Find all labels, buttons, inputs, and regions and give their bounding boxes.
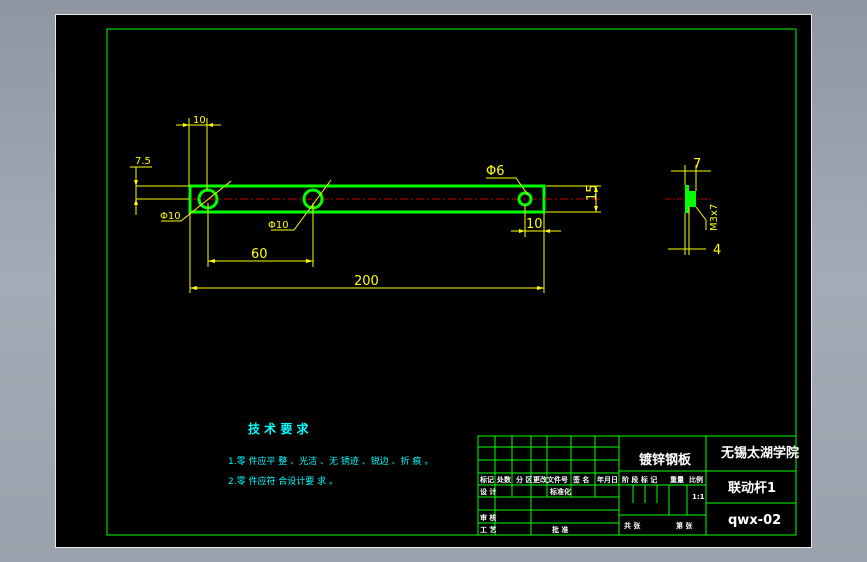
drawing-sheet: 10 7.5 Φ6 Φ10 Φ10 15 10 60 200 7 4 M3x7 …: [106, 28, 799, 536]
dim-60: 60: [251, 247, 268, 262]
tb-row-mark: 标记: [479, 475, 494, 484]
tb-drawing-no: qwx-02: [728, 513, 781, 528]
dim-7-5: 7.5: [135, 156, 151, 167]
side-view: 7 4 M3x7: [665, 157, 721, 258]
dim-m3: M3x7: [709, 204, 720, 231]
tb-row-docno: 更改文件号: [533, 475, 568, 484]
tb-row-zone: 分 区: [516, 475, 532, 484]
tb-std: 标准化: [549, 487, 571, 496]
tb-process: 工 艺: [480, 525, 496, 534]
tb-scale-value: 1:1: [692, 493, 705, 501]
dim-7-side: 7: [693, 157, 701, 172]
tb-school: 无锡太湖学院: [720, 445, 799, 461]
tb-row-sign: 签 名: [572, 475, 589, 484]
tech-req-item-1: 1.零 件应平 整 、光洁 、无 锈迹 、锐边 、折 痕 。: [228, 455, 433, 467]
tech-req-title: 技 术 要 求: [248, 421, 310, 436]
tb-material: 镀锌钢板: [639, 452, 692, 468]
drawing-border: [106, 28, 797, 536]
dim-10-top: 10: [193, 115, 206, 126]
tech-req-item-2: 2.零 件应符 合设计要 求 。: [228, 475, 338, 487]
title-block-text: 镀锌钢板 无锡太湖学院 联动杆1 qwx-02 标记 处数 分 区 更改文件号 …: [479, 445, 799, 534]
tb-stage-mark: 阶 段 标 记: [622, 475, 657, 484]
dim-200: 200: [354, 274, 379, 289]
tb-approve: 批 准: [552, 525, 568, 534]
tb-total: 共 张: [624, 521, 641, 530]
link-bar: [176, 184, 601, 214]
tb-row-count: 处数: [496, 475, 512, 484]
tb-design: 设 计: [480, 487, 496, 496]
dim-15: 15: [585, 184, 600, 201]
dim-phi10-mid: Φ10: [268, 220, 289, 231]
dim-4-side: 4: [713, 243, 721, 258]
dim-phi6: Φ6: [486, 164, 505, 179]
tb-review: 审 核: [480, 513, 496, 522]
dim-phi10-left: Φ10: [160, 211, 181, 222]
dimensions: [130, 118, 601, 293]
tb-row-date: 年月日: [597, 475, 618, 484]
tb-sheet: 第 张: [676, 521, 693, 530]
tb-part-name: 联动杆1: [728, 480, 776, 496]
dim-10-right: 10: [526, 217, 543, 232]
cad-viewport[interactable]: 10 7.5 Φ6 Φ10 Φ10 15 10 60 200 7 4 M3x7 …: [55, 14, 812, 548]
tb-scale: 比例: [689, 475, 703, 484]
tb-weight: 重量: [670, 475, 684, 484]
